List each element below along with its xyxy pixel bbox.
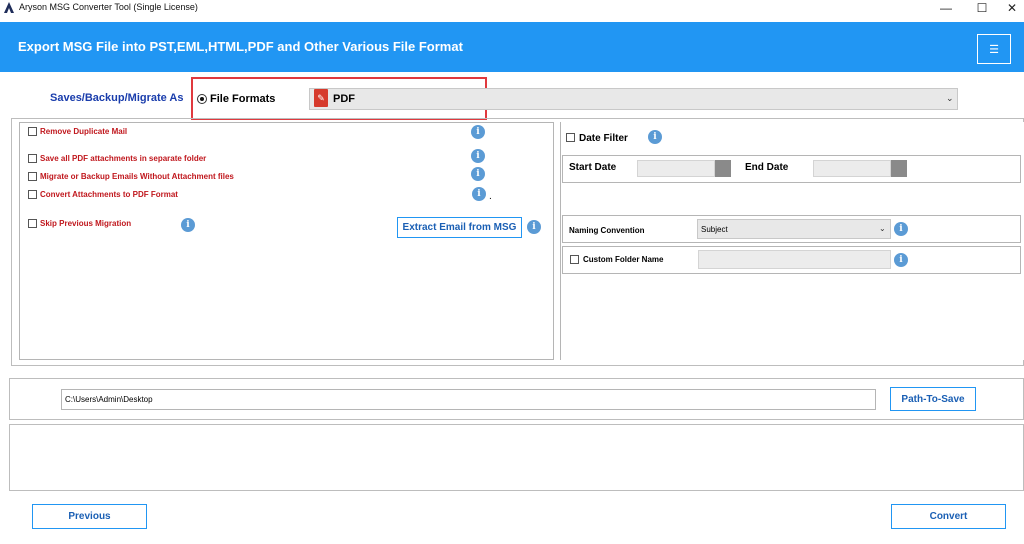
save-pdf-attachments-label: Save all PDF attachments in separate fol…	[40, 154, 207, 163]
start-date-label: Start Date	[569, 162, 617, 173]
start-date-picker-icon[interactable]	[715, 160, 731, 177]
custom-folder-label: Custom Folder Name	[583, 255, 664, 264]
naming-convention-value: Subject	[701, 225, 728, 234]
app-logo-icon	[4, 2, 14, 13]
header-banner: Export MSG File into PST,EML,HTML,PDF an…	[0, 22, 1024, 72]
menu-button[interactable]: ☰	[977, 34, 1011, 64]
date-filter-checkbox[interactable]	[566, 133, 575, 142]
format-dropdown-value: PDF	[333, 93, 355, 105]
start-date-input[interactable]	[637, 160, 715, 177]
close-icon[interactable]: ✕	[994, 0, 1024, 16]
destination-path-value: C:\Users\Admin\Desktop	[65, 395, 153, 404]
remove-duplicate-checkbox[interactable]	[28, 127, 37, 136]
remove-duplicate-label: Remove Duplicate Mail	[40, 127, 128, 136]
window-title: Aryson MSG Converter Tool (Single Licens…	[19, 2, 198, 12]
hamburger-icon: ☰	[989, 43, 999, 56]
pdf-icon: ✎	[314, 89, 328, 107]
previous-button[interactable]: Previous	[32, 504, 147, 529]
custom-folder-checkbox[interactable]	[570, 255, 579, 264]
info-icon[interactable]: i	[648, 130, 662, 144]
convert-attachments-checkbox[interactable]	[28, 190, 37, 199]
info-icon[interactable]: i	[894, 253, 908, 267]
without-attachment-label: Migrate or Backup Emails Without Attachm…	[40, 172, 234, 181]
format-dropdown[interactable]	[309, 88, 958, 110]
info-icon[interactable]: i	[471, 149, 485, 163]
without-attachment-checkbox[interactable]	[28, 172, 37, 181]
skip-previous-label: Skip Previous Migration	[40, 219, 132, 228]
extract-email-button[interactable]: Extract Email from MSG	[397, 217, 522, 238]
save-pdf-attachments-checkbox[interactable]	[28, 154, 37, 163]
end-date-input[interactable]	[813, 160, 891, 177]
end-date-picker-icon[interactable]	[891, 160, 907, 177]
skip-previous-checkbox[interactable]	[28, 219, 37, 228]
page-title: Export MSG File into PST,EML,HTML,PDF an…	[18, 39, 463, 54]
info-icon[interactable]: i	[471, 167, 485, 181]
saves-label: Saves/Backup/Migrate As	[50, 92, 184, 104]
naming-convention-label: Naming Convention	[569, 226, 645, 235]
minimize-icon[interactable]: —	[928, 0, 964, 16]
path-to-save-button[interactable]: Path-To-Save	[890, 387, 976, 411]
end-date-label: End Date	[745, 162, 789, 173]
info-icon[interactable]: i	[472, 187, 486, 201]
file-formats-label: File Formats	[210, 93, 276, 105]
title-bar: Aryson MSG Converter Tool (Single Licens…	[0, 0, 1024, 16]
chevron-down-icon[interactable]: ⌄	[879, 224, 886, 233]
info-icon[interactable]: i	[471, 125, 485, 139]
log-area	[9, 424, 1024, 491]
file-formats-radio[interactable]	[197, 94, 207, 104]
chevron-down-icon[interactable]: ⌄	[946, 93, 954, 104]
convert-attachments-label: Convert Attachments to PDF Format	[40, 190, 178, 199]
info-icon[interactable]: i	[527, 220, 541, 234]
convert-button[interactable]: Convert	[891, 504, 1006, 529]
info-icon[interactable]: i	[181, 218, 195, 232]
destination-path-input[interactable]	[61, 389, 876, 410]
trailing-dot: .	[489, 191, 492, 202]
custom-folder-input[interactable]	[698, 250, 891, 269]
date-range-group	[562, 155, 1021, 183]
info-icon[interactable]: i	[894, 222, 908, 236]
date-filter-label: Date Filter	[579, 133, 628, 144]
